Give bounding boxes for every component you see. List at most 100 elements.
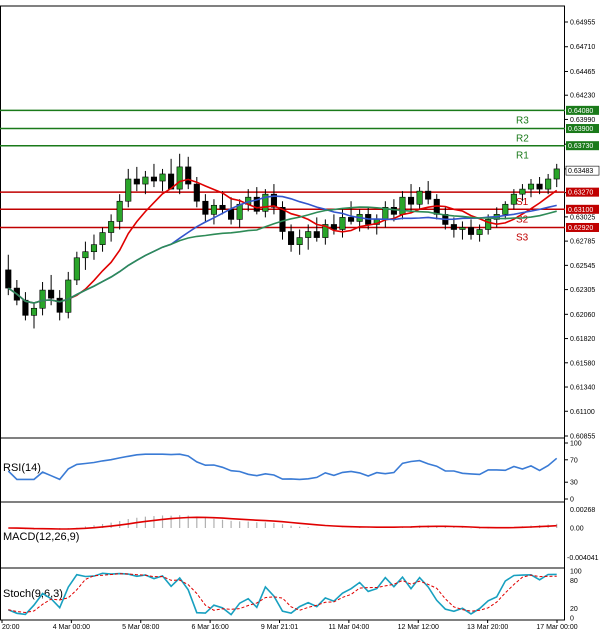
- time-tick-label: 20:00: [2, 624, 20, 631]
- price-tick-label: 0.62785: [570, 239, 595, 246]
- candle-body: [416, 190, 423, 205]
- candle-body: [425, 190, 432, 200]
- candle-body: [502, 203, 509, 215]
- candle-body: [313, 231, 320, 238]
- candle-body: [30, 307, 38, 316]
- time-tick-label: 11 Mar 04:00: [329, 624, 370, 631]
- price-tick-label: 0.64710: [570, 44, 595, 51]
- candle-body: [22, 299, 29, 316]
- price-chart: 0.64955 0.64710 0.64465 0.64230 0.63990 0.637…: [0, 5, 600, 631]
- price-tick-label: 0.62060: [570, 312, 595, 319]
- rsi-tick-label: 70: [570, 457, 578, 464]
- price-tick-label: 0.61340: [570, 385, 595, 392]
- candle-body: [185, 166, 192, 185]
- level-label-r3: R3: [516, 115, 529, 126]
- price-tick-label: 0.61580: [570, 360, 595, 367]
- rsi-tick-label: 100: [570, 441, 582, 448]
- candle-body: [82, 251, 89, 259]
- candle-body: [99, 232, 106, 245]
- candle-body: [348, 217, 355, 222]
- candle-body: [390, 206, 397, 215]
- price-tick-label: 0.60855: [570, 434, 595, 441]
- stoch-tick-label: 80: [570, 578, 578, 585]
- candle-body: [56, 297, 63, 313]
- candle-body: [5, 269, 12, 289]
- candle-body: [510, 193, 517, 205]
- candle-body: [125, 178, 132, 202]
- candle-body: [476, 229, 483, 235]
- ma-green-line: [7, 206, 557, 304]
- candle-body: [399, 196, 406, 215]
- stoch-title: Stoch(9,6,3): [3, 588, 63, 600]
- candle-body: [459, 227, 466, 230]
- price-tick-label: 0.64955: [570, 20, 595, 27]
- candle-body: [536, 183, 543, 190]
- current-price-tag-text: 0.63483: [568, 168, 593, 175]
- level-label-s3: S3: [516, 232, 529, 243]
- candle-body: [527, 183, 535, 190]
- candle-body: [288, 231, 295, 245]
- candle-body: [142, 176, 149, 185]
- candle-body: [210, 204, 217, 215]
- stoch-d-line: [8, 573, 557, 614]
- time-tick-label: 5 Mar 08:00: [122, 624, 159, 631]
- stoch-tick-label: 20: [570, 606, 578, 613]
- candle-body: [133, 178, 140, 185]
- price-tick-label: 0.62305: [570, 287, 595, 294]
- candle-body: [407, 196, 415, 205]
- candle-body: [90, 244, 98, 253]
- candle-body: [159, 173, 166, 182]
- candle-body: [339, 217, 346, 230]
- candle-body: [467, 227, 475, 235]
- time-tick-label: 13 Mar 20:00: [467, 624, 508, 631]
- price-tick-label: 0.63990: [570, 117, 595, 124]
- rsi-line: [7, 453, 558, 481]
- level-price-tag-text: 0.62920: [568, 225, 593, 232]
- price-tick-label: 0.64465: [570, 69, 595, 76]
- candle-body: [545, 178, 552, 190]
- candle-body: [116, 200, 123, 222]
- time-tick-label: 17 Mar 00:00: [536, 624, 577, 631]
- price-tick-label: 0.63025: [570, 214, 595, 221]
- macd-tick-label: 0.00: [570, 526, 584, 533]
- candle-body: [108, 221, 115, 233]
- stoch-k-line: [7, 572, 557, 616]
- time-tick-label: 6 Mar 16:00: [191, 624, 228, 631]
- candle-body: [519, 188, 526, 195]
- level-price-tag-text: 0.63900: [568, 126, 593, 133]
- candle-body: [48, 289, 55, 299]
- level-label-r1: R1: [516, 151, 529, 162]
- time-tick-label: 12 Mar 12:00: [398, 624, 439, 631]
- level-price-tag-text: 0.64080: [568, 108, 593, 115]
- time-tick-label: 9 Mar 21:01: [261, 624, 298, 631]
- level-label-r2: R2: [516, 134, 529, 145]
- ma-red-line: [7, 178, 558, 304]
- candle-body: [73, 257, 80, 281]
- candle-body: [305, 231, 312, 238]
- level-price-tag-text: 0.63730: [568, 143, 593, 150]
- rsi-tick-label: 0: [570, 497, 574, 504]
- price-tick-label: 0.61820: [570, 336, 595, 343]
- stoch-tick-label: 0: [570, 616, 574, 623]
- candle-body: [553, 168, 560, 180]
- candle-body: [296, 237, 303, 245]
- price-tick-label: 0.61100: [570, 409, 595, 416]
- macd-tick-label: -0.004041: [567, 555, 599, 562]
- candle-body: [450, 224, 457, 230]
- candle-body: [219, 204, 226, 210]
- level-price-tag-text: 0.63270: [568, 190, 593, 197]
- rsi-tick-label: 30: [570, 480, 578, 487]
- candle-body: [228, 209, 235, 220]
- candle-body: [176, 166, 183, 190]
- price-tick-label: 0.62545: [570, 263, 595, 270]
- stoch-tick-label: 100: [570, 569, 582, 576]
- level-price-tag-text: 0.63100: [568, 207, 593, 214]
- candle-body: [193, 183, 200, 202]
- candle-body: [202, 200, 209, 215]
- price-tick-label: 0.64230: [570, 93, 595, 100]
- candle-body: [65, 279, 72, 313]
- time-tick-label: 4 Mar 00:00: [53, 624, 90, 631]
- macd-title: MACD(12,26,9): [3, 531, 79, 543]
- candle-body: [150, 176, 158, 182]
- candle-body: [39, 289, 46, 309]
